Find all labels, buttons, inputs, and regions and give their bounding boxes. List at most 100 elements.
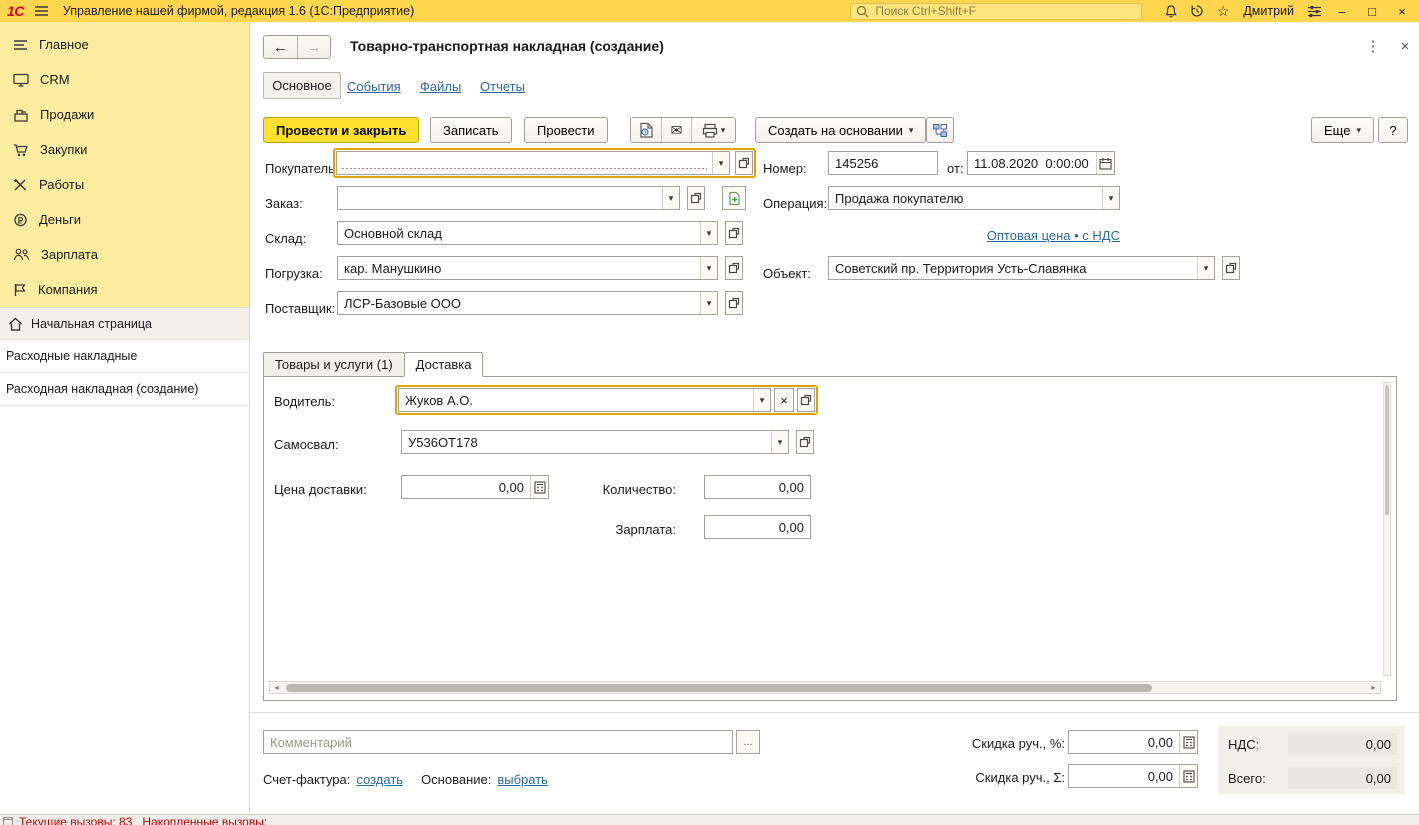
- warehouse-open-button[interactable]: [725, 221, 743, 245]
- tab-events[interactable]: События: [347, 79, 401, 94]
- comment-more-button[interactable]: ...: [736, 730, 760, 754]
- notifications-bell-icon[interactable]: [1160, 1, 1182, 21]
- discount-sum-field[interactable]: [1069, 765, 1179, 787]
- current-user[interactable]: Дмитрий: [1243, 4, 1294, 18]
- related-documents-button[interactable]: [926, 117, 954, 143]
- post-button[interactable]: Провести: [524, 117, 608, 143]
- sidebar-item-purchases[interactable]: Закупки: [0, 132, 249, 167]
- supplier-open-button[interactable]: [725, 291, 743, 315]
- operation-dropdown-button[interactable]: ▾: [1102, 187, 1119, 209]
- tab-delivery[interactable]: Доставка: [404, 352, 484, 377]
- tab-goods-services[interactable]: Товары и услуги (1): [263, 352, 405, 377]
- calculator-icon[interactable]: [1179, 765, 1197, 787]
- salary-field[interactable]: [705, 516, 810, 538]
- buyer-label: Покупатель:: [265, 161, 338, 176]
- loading-dropdown-button[interactable]: ▾: [700, 257, 717, 279]
- tab-label: Доставка: [416, 357, 472, 372]
- favorites-star-icon[interactable]: ☆: [1212, 1, 1234, 21]
- main-section-icon: [13, 39, 28, 51]
- preferences-icon[interactable]: [1303, 1, 1325, 21]
- scroll-left-icon[interactable]: ◂: [270, 682, 283, 693]
- warehouse-field[interactable]: [338, 222, 700, 244]
- sidebar-item-expense-invoices[interactable]: Расходные накладные: [0, 340, 249, 373]
- supplier-dropdown-button[interactable]: ▾: [700, 292, 717, 314]
- document-more-menu-icon[interactable]: ⋮: [1363, 36, 1383, 56]
- comment-field[interactable]: [264, 731, 732, 753]
- tab-files[interactable]: Файлы: [420, 79, 461, 94]
- warehouse-dropdown-button[interactable]: ▾: [700, 222, 717, 244]
- date-field[interactable]: [968, 152, 1096, 174]
- loading-combo: ▾: [337, 256, 743, 280]
- delivery-price-field[interactable]: [402, 476, 530, 498]
- sidebar-item-main[interactable]: Главное: [0, 27, 249, 62]
- create-order-button[interactable]: [722, 186, 746, 210]
- order-dropdown-button[interactable]: ▾: [662, 187, 679, 209]
- order-field[interactable]: [338, 187, 662, 209]
- order-combo: ▾: [337, 186, 746, 210]
- warehouse-combo: ▾: [337, 221, 743, 245]
- sidebar-item-money[interactable]: Деньги: [0, 202, 249, 237]
- more-button[interactable]: Еще ▾: [1311, 117, 1374, 143]
- basis-choose-link[interactable]: выбрать: [497, 772, 548, 787]
- help-button[interactable]: ?: [1378, 117, 1408, 143]
- truck-dropdown-button[interactable]: ▾: [771, 431, 788, 453]
- send-email-icon[interactable]: ✉: [661, 118, 691, 142]
- buyer-open-button[interactable]: [735, 151, 753, 175]
- forward-button[interactable]: →: [297, 36, 330, 58]
- driver-dropdown-button[interactable]: ▾: [753, 389, 770, 411]
- sidebar-item-company[interactable]: Компания: [0, 272, 249, 307]
- post-and-close-button[interactable]: Провести и закрыть: [263, 117, 419, 143]
- number-field[interactable]: [829, 152, 937, 174]
- scroll-right-icon[interactable]: ▸: [1367, 682, 1380, 693]
- print-icon[interactable]: ▾: [691, 118, 735, 142]
- object-dropdown-button[interactable]: ▾: [1197, 257, 1214, 279]
- salary-combo: [704, 515, 811, 539]
- purchases-cart-icon: [13, 143, 29, 157]
- horizontal-scrollbar[interactable]: ◂ ▸: [269, 681, 1381, 694]
- discount-pct-field[interactable]: [1069, 731, 1179, 753]
- buyer-field[interactable]: [337, 152, 712, 174]
- loading-field[interactable]: [338, 257, 700, 279]
- write-button[interactable]: Записать: [430, 117, 512, 143]
- minimize-button[interactable]: –: [1329, 1, 1355, 21]
- sidebar-item-sales[interactable]: Продажи: [0, 97, 249, 132]
- create-on-basis-button[interactable]: Создать на основании ▾: [755, 117, 926, 143]
- order-open-button[interactable]: [687, 186, 705, 210]
- sidebar-item-payroll[interactable]: Зарплата: [0, 237, 249, 272]
- history-icon[interactable]: [1186, 1, 1208, 21]
- tab-reports[interactable]: Отчеты: [480, 79, 525, 94]
- loading-open-button[interactable]: [725, 256, 743, 280]
- maximize-button[interactable]: □: [1359, 1, 1385, 21]
- quantity-field[interactable]: [705, 476, 810, 498]
- sidebar-item-expense-invoice-new[interactable]: Расходная накладная (создание): [0, 373, 249, 406]
- invoice-create-link[interactable]: создать: [356, 772, 403, 787]
- scrollbar-thumb[interactable]: [286, 684, 1152, 692]
- calculator-icon[interactable]: [1179, 731, 1197, 753]
- main-menu-icon[interactable]: [31, 1, 53, 21]
- sidebar-item-label: Работы: [39, 177, 84, 192]
- buyer-dropdown-button[interactable]: ▾: [712, 152, 729, 174]
- price-type-link[interactable]: Оптовая цена • с НДС: [828, 228, 1120, 243]
- close-button[interactable]: ×: [1389, 1, 1415, 21]
- vertical-scrollbar[interactable]: [1383, 382, 1391, 676]
- back-button[interactable]: ←: [264, 36, 297, 58]
- document-close-icon[interactable]: ×: [1395, 36, 1415, 56]
- object-open-button[interactable]: [1222, 256, 1240, 280]
- tab-main[interactable]: Основное: [263, 72, 341, 99]
- object-field[interactable]: [829, 257, 1197, 279]
- supplier-field[interactable]: [338, 292, 700, 314]
- global-search[interactable]: [850, 3, 1142, 20]
- driver-clear-button[interactable]: ×: [774, 388, 794, 412]
- operation-field[interactable]: [829, 187, 1102, 209]
- sidebar-item-home-page[interactable]: Начальная страница: [0, 307, 249, 340]
- search-input[interactable]: [873, 3, 1136, 19]
- operation-combo: ▾: [828, 186, 1120, 210]
- calendar-icon[interactable]: [1096, 152, 1114, 174]
- sidebar-item-crm[interactable]: CRM: [0, 62, 249, 97]
- truck-field[interactable]: [402, 431, 771, 453]
- document-icon[interactable]: [631, 118, 661, 142]
- truck-open-button[interactable]: [796, 430, 814, 454]
- sidebar-item-works[interactable]: Работы: [0, 167, 249, 202]
- driver-open-button[interactable]: [797, 388, 815, 412]
- driver-field[interactable]: [399, 389, 753, 411]
